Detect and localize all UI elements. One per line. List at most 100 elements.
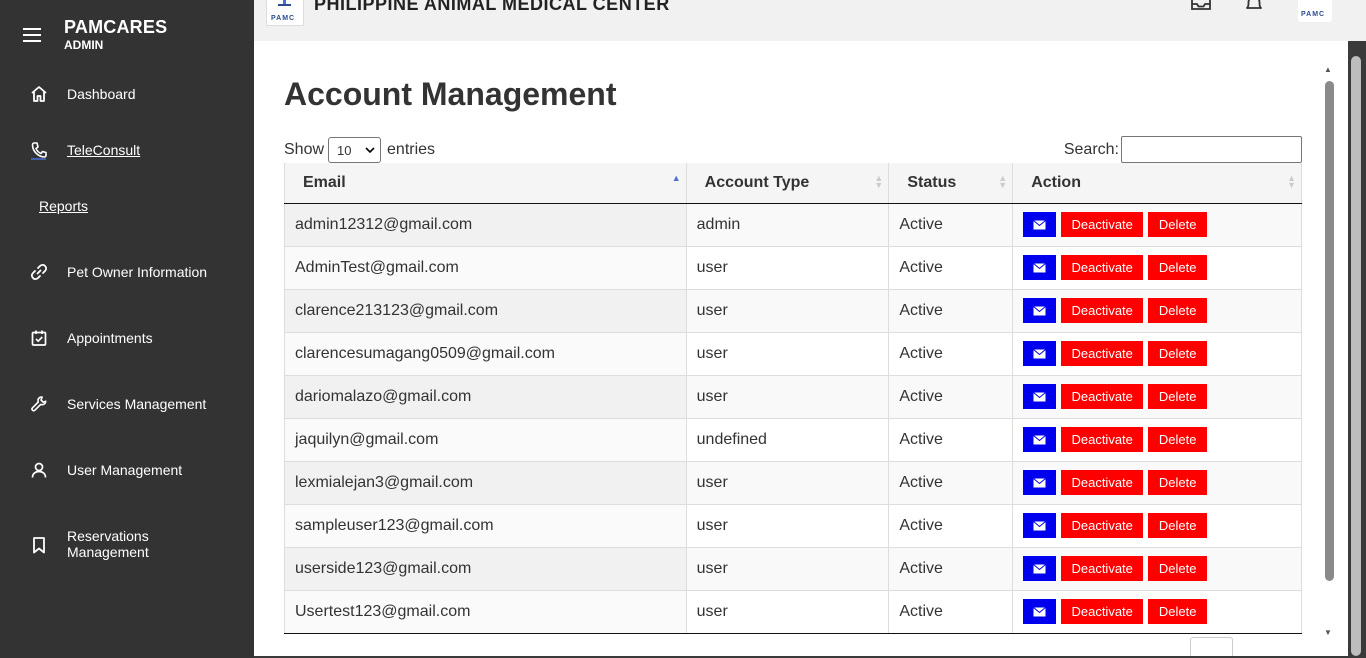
row-actions: Deactivate Delete [1023,298,1301,323]
sidebar-item-label: Appointments [67,330,153,346]
sidebar-item-pet-owner-information[interactable]: Pet Owner Information [0,262,254,282]
inbox-icon[interactable] [1190,0,1212,16]
row-actions: Deactivate Delete [1023,341,1301,366]
page-scrollbar-thumb[interactable] [1351,56,1361,656]
scroll-up-arrow-icon[interactable]: ▲ [1324,65,1332,74]
deactivate-button[interactable]: Deactivate [1061,298,1144,323]
delete-button[interactable]: Delete [1148,599,1208,624]
action-cell: Deactivate Delete [1012,332,1302,376]
scroll-down-arrow-icon[interactable]: ▼ [1324,628,1332,637]
email-button[interactable] [1023,427,1057,452]
sidebar-item-label: Reports [39,198,89,214]
page-title: Account Management [284,76,617,112]
email-cell: clarence213123@gmail.com [284,289,687,333]
row-actions: Deactivate Delete [1023,599,1301,624]
delete-button[interactable]: Delete [1148,255,1208,280]
hamburger-menu-icon[interactable] [23,28,41,42]
deactivate-button[interactable]: Deactivate [1061,470,1144,495]
table-row: clarence213123@gmail.com user Active Deacti… [284,289,1302,333]
column-header-status[interactable]: Status ▲ ▼ [888,163,1014,204]
sort-icon: ▲ ▼ [1287,173,1296,190]
row-actions: Deactivate Delete [1023,470,1301,495]
row-actions: Deactivate Delete [1023,255,1301,280]
delete-button[interactable]: Delete [1148,470,1208,495]
chevron-down-icon [365,147,375,154]
pagination-button[interactable] [1190,637,1233,656]
sidebar-item-reservations-management[interactable]: Reservations Management [0,528,254,562]
delete-button[interactable]: Delete [1148,341,1208,366]
account-type-cell: user [686,246,890,290]
show-label: Show [284,141,325,158]
table-row: AdminTest@gmail.com user Active Deactivate D… [284,246,1302,290]
account-type-cell: user [686,289,890,333]
delete-button[interactable]: Delete [1148,427,1208,452]
delete-button[interactable]: Delete [1148,298,1208,323]
brand-subtitle: ADMIN [64,38,104,52]
delete-button[interactable]: Delete [1148,384,1208,409]
entries-label: entries [387,141,436,158]
account-type-cell: undefined [686,418,890,462]
deactivate-button[interactable]: Deactivate [1061,255,1144,280]
envelope-icon [1033,262,1047,272]
deactivate-button[interactable]: Deactivate [1061,212,1144,237]
sort-icon: ▲ ▼ [998,173,1008,190]
search-input[interactable] [1121,136,1302,163]
deactivate-button[interactable]: Deactivate [1061,341,1144,366]
sidebar-item-teleconsult[interactable]: TeleConsult [0,140,254,160]
pamc-logo[interactable]: PAMC [266,0,304,26]
table-body: admin12312@gmail.com admin Active Deactivat… [284,203,1302,634]
column-header-email[interactable]: Email ▲ [284,163,687,204]
action-cell: Deactivate Delete [1012,203,1302,247]
envelope-icon [1033,305,1047,315]
table-row: jaquilyn@gmail.com undefined Active Deactiv… [284,418,1302,462]
avatar[interactable]: PAMC [1298,0,1332,22]
site-title: PHILIPPINE ANIMAL MEDICAL CENTER [314,0,670,14]
status-cell: Active [888,375,1014,419]
deactivate-button[interactable]: Deactivate [1061,556,1144,581]
deactivate-button[interactable]: Deactivate [1061,599,1144,624]
column-header-action[interactable]: Action ▲ ▼ [1012,163,1302,204]
row-actions: Deactivate Delete [1023,212,1301,237]
row-actions: Deactivate Delete [1023,556,1301,581]
envelope-icon [1033,477,1047,487]
email-button[interactable] [1023,298,1057,323]
user-icon [29,460,49,480]
delete-button[interactable]: Delete [1148,556,1208,581]
email-cell: jaquilyn@gmail.com [284,418,687,462]
status-cell: Active [888,203,1014,247]
envelope-icon [1033,348,1047,358]
sidebar-item-services-management[interactable]: Services Management [0,394,254,414]
email-button[interactable] [1023,341,1057,366]
deactivate-button[interactable]: Deactivate [1061,384,1144,409]
sidebar-item-user-management[interactable]: User Management [0,460,254,480]
table-header-row: Email ▲ Account Type ▲ ▼ Status ▲ ▼ Action ▲ ▼ [284,163,1302,204]
sidebar-item-reports[interactable]: Reports [0,196,254,216]
email-cell: AdminTest@gmail.com [284,246,687,290]
email-button[interactable] [1023,470,1057,495]
deactivate-button[interactable]: Deactivate [1061,427,1144,452]
email-button[interactable] [1023,513,1057,538]
sidebar-item-dashboard[interactable]: Dashboard [0,84,254,104]
delete-button[interactable]: Delete [1148,212,1208,237]
delete-button[interactable]: Delete [1148,513,1208,538]
column-header-account-type[interactable]: Account Type ▲ ▼ [686,163,890,204]
email-button[interactable] [1023,599,1057,624]
table-row: userside123@gmail.com user Active Deactivat… [284,547,1302,591]
entries-select[interactable]: 10 [328,137,382,163]
envelope-icon [1033,563,1047,573]
action-cell: Deactivate Delete [1012,547,1302,591]
envelope-icon [1033,606,1047,616]
envelope-icon [1033,219,1047,229]
email-button[interactable] [1023,556,1057,581]
bell-icon[interactable] [1243,0,1265,16]
email-button[interactable] [1023,255,1057,280]
action-cell: Deactivate Delete [1012,504,1302,548]
sidebar-item-appointments[interactable]: Appointments [0,328,254,348]
sidebar: PAMCARES ADMIN Dashboard TeleConsult Rep… [0,0,254,658]
status-cell: Active [888,332,1014,376]
email-button[interactable] [1023,384,1057,409]
inner-scrollbar-thumb[interactable] [1325,81,1334,581]
email-button[interactable] [1023,212,1057,237]
email-cell: userside123@gmail.com [284,547,687,591]
deactivate-button[interactable]: Deactivate [1061,513,1144,538]
